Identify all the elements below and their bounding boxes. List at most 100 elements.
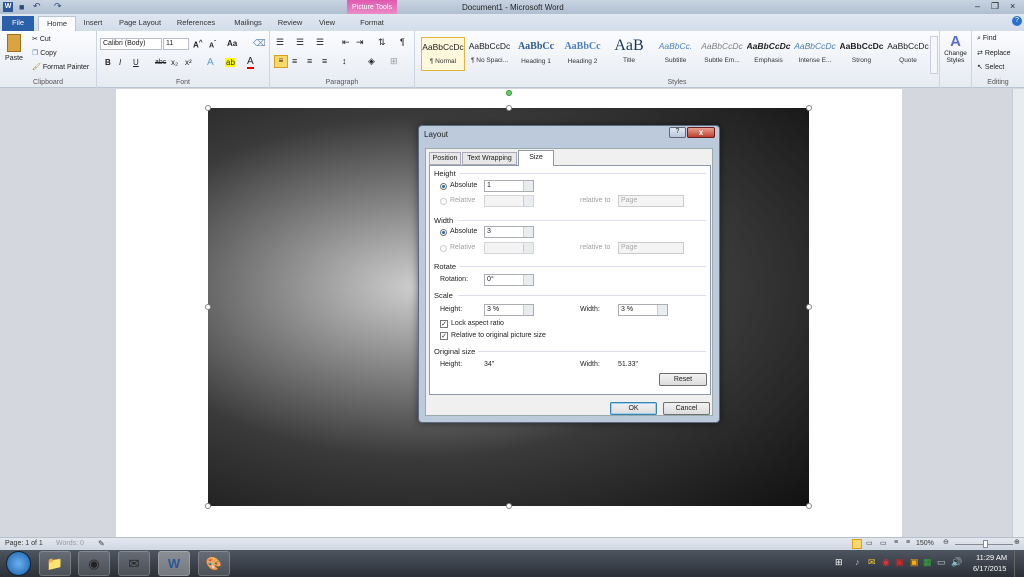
text-effects-icon[interactable]: A bbox=[207, 57, 214, 68]
height-absolute-radio[interactable] bbox=[440, 183, 447, 190]
relative-original-checkbox[interactable]: ✓ bbox=[440, 332, 448, 340]
tab-size[interactable]: Size bbox=[518, 150, 554, 166]
font-color-icon[interactable]: A bbox=[247, 57, 254, 69]
highlight-icon[interactable]: ab bbox=[225, 58, 236, 67]
justify-icon[interactable]: ≡ bbox=[322, 56, 327, 66]
height-relative-radio[interactable] bbox=[440, 198, 447, 205]
style-quote[interactable]: AaBbCcDc Quote bbox=[886, 37, 930, 71]
tray-bell-icon[interactable]: ♪ bbox=[855, 557, 860, 567]
tab-format[interactable]: Format bbox=[350, 16, 394, 31]
tray-mail-icon[interactable]: ✉ bbox=[868, 557, 876, 568]
underline-button[interactable]: U bbox=[133, 58, 139, 67]
rotation-input[interactable]: 0° bbox=[484, 274, 534, 286]
multilevel-list-icon[interactable]: ☰ bbox=[316, 37, 324, 48]
change-case-button[interactable]: Aa bbox=[227, 39, 237, 48]
resize-handle[interactable] bbox=[205, 503, 211, 509]
resize-handle[interactable] bbox=[506, 503, 512, 509]
height-relative-to-select[interactable]: Page bbox=[618, 195, 684, 207]
change-styles-button[interactable]: A Change Styles bbox=[940, 31, 972, 88]
rotate-handle[interactable] bbox=[506, 90, 512, 96]
maximize-button[interactable]: ❐ bbox=[991, 1, 999, 12]
line-spacing-icon[interactable]: ↕ bbox=[342, 56, 347, 66]
style-emphasis[interactable]: AaBbCcDc Emphasis bbox=[747, 37, 791, 71]
paste-button[interactable]: Paste bbox=[4, 34, 24, 74]
tab-page-layout[interactable]: Page Layout bbox=[115, 16, 165, 31]
italic-button[interactable]: I bbox=[119, 58, 121, 67]
tray-chrome-icon[interactable]: ◉ bbox=[882, 557, 890, 568]
scale-width-input[interactable]: 3 % bbox=[618, 304, 668, 316]
clock-date[interactable]: 6/17/2015 bbox=[973, 564, 1006, 573]
show-desktop-button[interactable] bbox=[1014, 550, 1024, 577]
taskbar-explorer-icon[interactable]: 📁 bbox=[39, 551, 71, 576]
font-name-select[interactable]: Calibri (Body) bbox=[100, 38, 162, 50]
width-absolute-radio[interactable] bbox=[440, 229, 447, 236]
bullets-icon[interactable]: ☰ bbox=[276, 37, 284, 48]
tray-acrobat-icon[interactable]: ▣ bbox=[895, 557, 904, 568]
shrink-font-icon[interactable]: Aˇ bbox=[209, 40, 216, 49]
cancel-button[interactable]: Cancel bbox=[663, 402, 710, 415]
tab-position[interactable]: Position bbox=[429, 152, 461, 165]
zoom-level[interactable]: 150% bbox=[916, 540, 934, 547]
minimize-button[interactable]: – bbox=[975, 1, 980, 11]
zoom-out-icon[interactable]: ⊖ bbox=[943, 538, 949, 546]
tab-insert[interactable]: Insert bbox=[78, 16, 108, 31]
taskbar-chrome-icon[interactable]: ◉ bbox=[78, 551, 110, 576]
height-relative-input[interactable] bbox=[484, 195, 534, 207]
tray-windows-icon[interactable]: ⊞ bbox=[835, 557, 843, 568]
font-size-select[interactable]: 11 bbox=[163, 38, 189, 50]
copy-button[interactable]: ❐ Copy bbox=[32, 49, 57, 57]
sort-icon[interactable]: ⇅ bbox=[378, 37, 386, 48]
tray-volume-icon[interactable]: 🔊 bbox=[951, 557, 962, 568]
subscript-icon[interactable]: x₂ bbox=[171, 58, 178, 67]
page-count[interactable]: Page: 1 of 1 bbox=[5, 540, 43, 547]
grow-font-icon[interactable]: A^ bbox=[193, 39, 203, 50]
reset-button[interactable]: Reset bbox=[659, 373, 707, 386]
tab-references[interactable]: References bbox=[172, 16, 220, 31]
strikethrough-icon[interactable]: abc bbox=[155, 59, 166, 66]
ok-button[interactable]: OK bbox=[610, 402, 657, 415]
borders-icon[interactable]: ⊞ bbox=[390, 56, 398, 67]
style-heading-2[interactable]: AaBbCc Heading 2 bbox=[561, 37, 605, 71]
show-marks-button[interactable]: ¶ bbox=[400, 37, 405, 47]
resize-handle[interactable] bbox=[806, 304, 812, 310]
full-screen-reading-icon[interactable]: ▭ bbox=[866, 539, 873, 547]
width-relative-to-select[interactable]: Page bbox=[618, 242, 684, 254]
width-relative-radio[interactable] bbox=[440, 245, 447, 252]
width-relative-input[interactable] bbox=[484, 242, 534, 254]
proofing-icon[interactable]: ✎ bbox=[98, 539, 105, 548]
style-heading-1[interactable]: AaBbCc Heading 1 bbox=[514, 37, 558, 71]
start-button[interactable] bbox=[6, 551, 31, 576]
shading-icon[interactable]: ◈ bbox=[368, 56, 375, 67]
zoom-slider-thumb[interactable] bbox=[983, 540, 988, 548]
outline-view-icon[interactable]: ≡ bbox=[894, 539, 898, 546]
draft-view-icon[interactable]: ≡ bbox=[906, 539, 910, 546]
taskbar-outlook-icon[interactable]: ✉ bbox=[118, 551, 150, 576]
tab-mailings[interactable]: Mailings bbox=[228, 16, 268, 31]
taskbar-paint-icon[interactable]: 🎨 bbox=[198, 551, 230, 576]
resize-handle[interactable] bbox=[205, 105, 211, 111]
tray-network-icon[interactable]: ▭ bbox=[937, 557, 946, 568]
tray-office-icon[interactable]: ▦ bbox=[923, 557, 932, 568]
style-subtle-em[interactable]: AaBbCcDc Subtle Em... bbox=[700, 37, 744, 71]
decrease-indent-icon[interactable]: ⇤ bbox=[342, 37, 350, 48]
superscript-icon[interactable]: x² bbox=[185, 58, 192, 67]
style-intense-e[interactable]: AaBbCcDc Intense E... bbox=[793, 37, 837, 71]
styles-scroll[interactable] bbox=[930, 36, 938, 74]
format-painter-button[interactable]: 🖌 Format Painter bbox=[32, 63, 89, 71]
tab-text-wrapping[interactable]: Text Wrapping bbox=[462, 152, 517, 165]
resize-handle[interactable] bbox=[806, 105, 812, 111]
resize-handle[interactable] bbox=[205, 304, 211, 310]
replace-button[interactable]: ⇄ Replace bbox=[977, 49, 1011, 57]
align-center-icon[interactable]: ≡ bbox=[292, 56, 297, 66]
lock-aspect-ratio-checkbox[interactable]: ✓ bbox=[440, 320, 448, 328]
zoom-in-icon[interactable]: ⊕ bbox=[1014, 538, 1020, 546]
tab-home[interactable]: Home bbox=[38, 16, 76, 31]
bold-button[interactable]: B bbox=[105, 58, 111, 67]
taskbar-word-icon[interactable]: W bbox=[158, 551, 190, 576]
cut-button[interactable]: ✂ Cut bbox=[32, 35, 51, 43]
dialog-help-button[interactable]: ? bbox=[669, 127, 686, 138]
style-strong[interactable]: AaBbCcDc Strong bbox=[840, 37, 884, 71]
numbering-icon[interactable]: ☰ bbox=[296, 37, 304, 48]
align-left-icon[interactable]: ≡ bbox=[274, 55, 288, 68]
style-title[interactable]: AaB Title bbox=[607, 37, 651, 71]
